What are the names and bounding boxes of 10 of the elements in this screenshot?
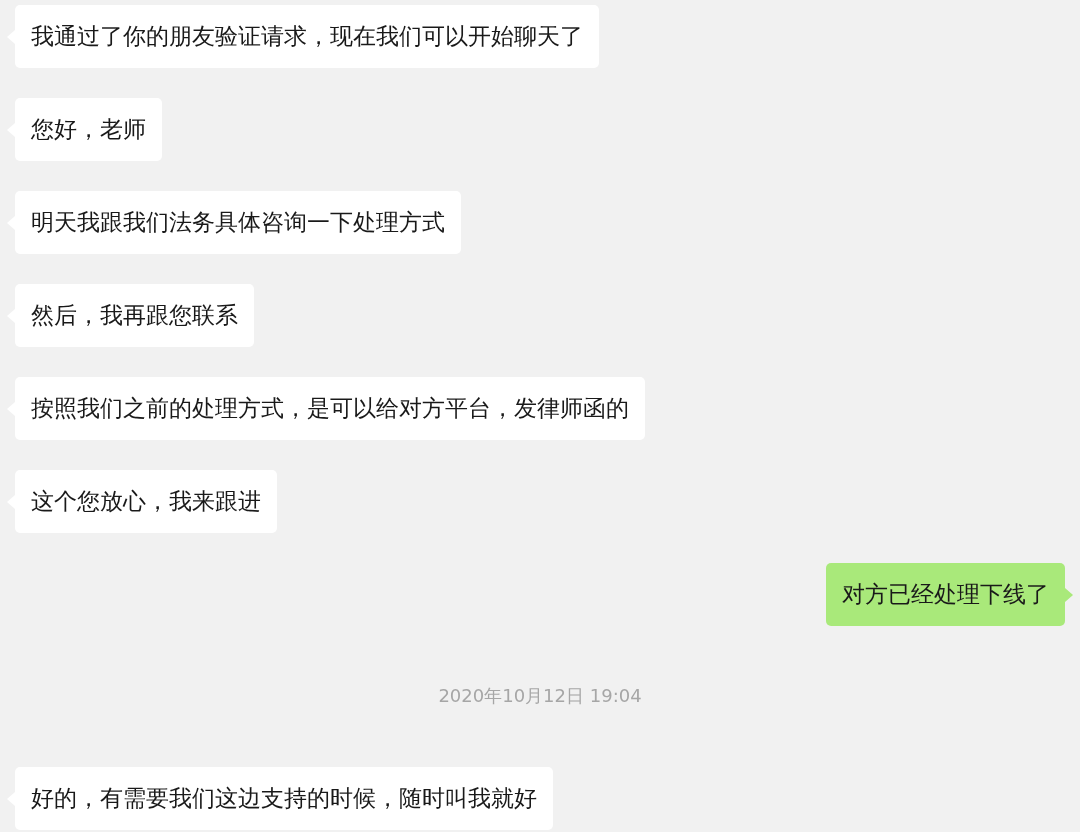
message-bubble: 您好，老师 [15, 98, 162, 161]
message-bubble: 这个您放心，我来跟进 [15, 470, 277, 533]
message-bubble: 按照我们之前的处理方式，是可以给对方平台，发律师函的 [15, 377, 645, 440]
message-bubble: 我通过了你的朋友验证请求，现在我们可以开始聊天了 [15, 5, 599, 68]
message-bubble: 明天我跟我们法务具体咨询一下处理方式 [15, 191, 461, 254]
timestamp: 2020年10月12日 19:04 [438, 684, 642, 708]
bubble-tail [1065, 587, 1073, 602]
message-bubble: 对方已经处理下线了 [826, 563, 1065, 626]
message-bubble: 好的，有需要我们这边支持的时候，随时叫我就好 [15, 767, 553, 830]
message-bubble: 然后，我再跟您联系 [15, 284, 254, 347]
